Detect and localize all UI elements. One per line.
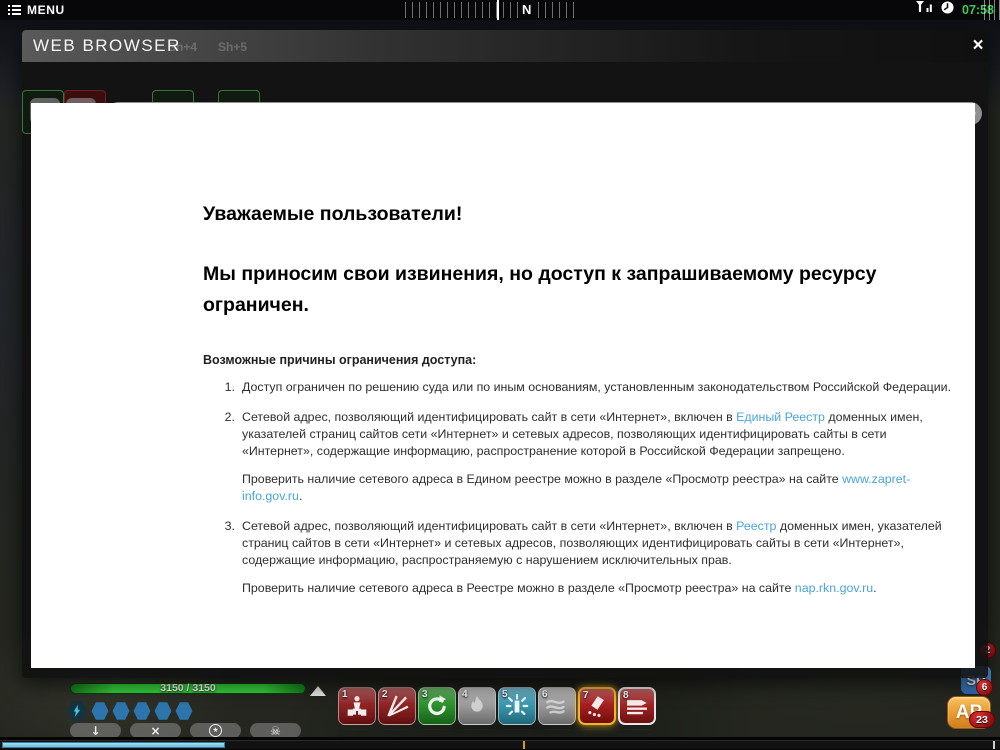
inline-link[interactable]: nap.rkn.gov.ru — [795, 581, 873, 595]
page-heading-greeting: Уважаемые пользователи! — [203, 203, 462, 226]
ability-slot-5[interactable]: 5 — [498, 687, 536, 725]
lightning-icon — [66, 700, 88, 722]
page-heading-apology: Мы приносим свои извинения, но доступ к … — [203, 259, 935, 321]
ability-hotkey: 8 — [623, 690, 629, 701]
ghost-keybind-sh4: Sh+4 — [168, 40, 197, 54]
clock-icon — [941, 1, 954, 19]
resource-pips — [66, 700, 193, 722]
ability-hotkey: 3 — [422, 689, 428, 700]
reason-item: 1. Доступ ограничен по решению суда или п… — [203, 379, 959, 407]
reason-paragraph: Доступ ограничен по решению суда или по … — [242, 379, 952, 396]
down-arrow-icon: ↓ — [90, 725, 100, 737]
reason-body: Сетевой адрес, позволяющий идентифициров… — [242, 518, 952, 608]
resource-pip — [154, 702, 172, 721]
resource-pip — [112, 702, 130, 721]
ability-slot-8[interactable]: 8 — [618, 687, 656, 725]
pentagram-button[interactable]: ★ — [190, 723, 241, 738]
ability-slot-7[interactable]: 7 — [578, 687, 616, 725]
xp-bar — [0, 740, 1000, 749]
compass-bar: N — [405, 2, 580, 18]
ability-hotkey: 4 — [462, 689, 468, 700]
resource-pip — [91, 702, 109, 721]
ability-hotkey: 2 — [382, 689, 388, 700]
close-x-icon: × — [150, 725, 160, 737]
inline-link[interactable]: Единый Реестр — [736, 410, 825, 424]
browser-titlebar: WEB BROWSER Sh+4 Sh+5 × — [22, 30, 988, 62]
ability-hotkey: 6 — [542, 689, 548, 700]
close-icon[interactable]: × — [966, 34, 990, 58]
reasons-list: 1. Доступ ограничен по решению суда или п… — [203, 379, 959, 610]
dismiss-down-button[interactable]: ↓ — [70, 723, 121, 738]
reason-item: 2. Сетевой адрес, позволяющий идентифицир… — [203, 409, 959, 516]
hud-buttons: ↓ × ★ ☠ — [70, 723, 301, 738]
ability-slot-1[interactable]: 1 — [338, 687, 376, 725]
text-run: Сетевой адрес, позволяющий идентифициров… — [242, 519, 736, 533]
cancel-button[interactable]: × — [130, 723, 181, 738]
menu-button[interactable]: MENU — [8, 3, 65, 17]
hamburger-list-icon — [8, 5, 21, 15]
skull-icon: ☠ — [270, 725, 281, 737]
reason-paragraph: Проверить наличие сетевого адреса в Един… — [242, 471, 952, 505]
xp-fill — [2, 742, 225, 748]
reasons-title: Возможные причины ограничения доступа: — [203, 353, 476, 367]
window-title: WEB BROWSER — [33, 36, 181, 56]
ability-slot-6[interactable]: 6 — [538, 687, 576, 725]
browser-page: Уважаемые пользователи! Мы приносим свои… — [31, 103, 975, 668]
text-run: Проверить наличие сетевого адреса в Реес… — [242, 581, 795, 595]
pentagram-icon: ★ — [209, 724, 222, 737]
text-run: Сетевой адрес, позволяющий идентифициров… — [242, 410, 736, 424]
ability-hotkey: 7 — [583, 690, 589, 701]
compass-heading-marker — [497, 0, 499, 20]
text-run: Проверить наличие сетевого адреса в Един… — [242, 472, 842, 486]
web-browser-window: WEB BROWSER Sh+4 Sh+5 × 3 ‹ › http://sam… — [22, 30, 988, 678]
game-screen: MENU 07:58 N WEB BROWSER Sh+4 Sh+5 × — [0, 0, 1000, 750]
expand-up-arrow-icon[interactable] — [310, 686, 326, 696]
compass-north-label: N — [519, 2, 534, 18]
corner-tick-marks — [984, 0, 1000, 20]
ability-hotkey: 1 — [342, 689, 348, 700]
xp-tick-white — [993, 741, 995, 749]
menu-label: MENU — [27, 3, 65, 17]
reason-body: Сетевой адрес, позволяющий идентифициров… — [242, 409, 952, 516]
xp-strip — [0, 737, 1000, 750]
signal-strength-icon — [916, 1, 933, 19]
text-run: . — [299, 489, 302, 503]
ability-slot-3[interactable]: 3 — [418, 687, 456, 725]
reason-paragraph: Сетевой адрес, позволяющий идентифициров… — [242, 409, 952, 460]
skull-button[interactable]: ☠ — [250, 723, 301, 738]
browser-toolbar: 3 ‹ › http://samkriegsightings.wordpress… — [22, 62, 988, 103]
reason-number: 3. — [203, 518, 235, 608]
reason-item: 3. Сетевой адрес, позволяющий идентифицир… — [203, 518, 959, 608]
resource-pip — [133, 702, 151, 721]
reason-paragraph: Проверить наличие сетевого адреса в Реес… — [242, 580, 952, 597]
ability-bar: 1 2 3 4 5 6 7 8 — [338, 687, 656, 725]
ability-hotkey: 5 — [502, 689, 508, 700]
ability-slot-4[interactable]: 4 — [458, 687, 496, 725]
reason-paragraph: Сетевой адрес, позволяющий идентифициров… — [242, 518, 952, 569]
ap-count-badge: 23 — [969, 711, 995, 728]
ability-slot-2[interactable]: 2 — [378, 687, 416, 725]
health-value: 3150 / 3150 — [70, 682, 306, 694]
ghost-keybind-sh5: Sh+5 — [218, 40, 247, 54]
resource-pip — [175, 702, 193, 721]
sp-count-badge: 6 — [976, 679, 993, 696]
text-run: Доступ ограничен по решению суда или по … — [242, 380, 951, 394]
reason-number: 1. — [203, 379, 235, 407]
reason-number: 2. — [203, 409, 235, 516]
reason-body: Доступ ограничен по решению суда или по … — [242, 379, 952, 407]
inline-link[interactable]: Реестр — [736, 519, 776, 533]
xp-tick-yellow — [523, 741, 525, 749]
text-run: . — [873, 581, 876, 595]
